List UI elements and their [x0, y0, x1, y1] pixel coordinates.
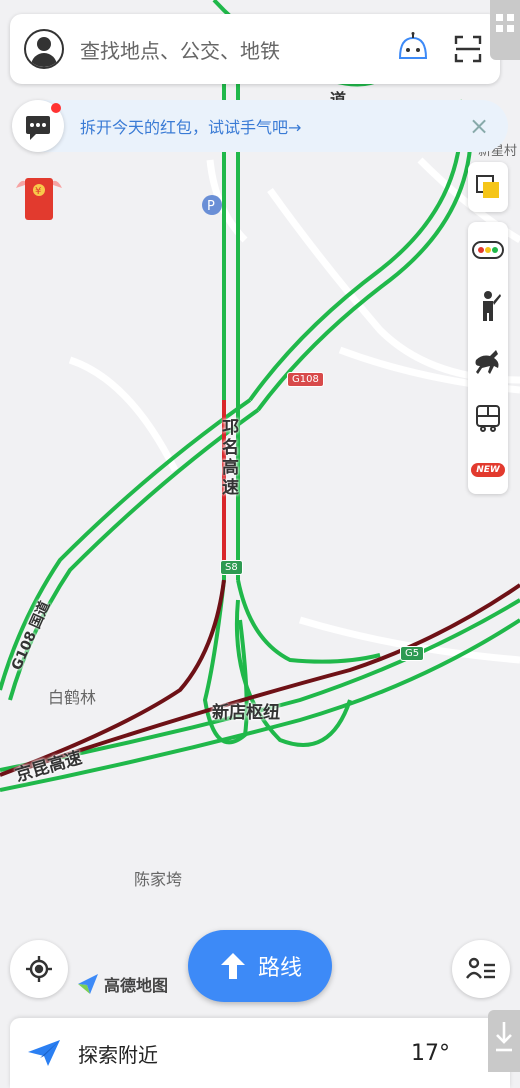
banner-text[interactable]: 拆开今天的红包，试试手气吧→	[80, 114, 464, 138]
locate-button[interactable]	[10, 940, 68, 998]
place-label-baihelin: 白鹤林	[48, 688, 97, 707]
explore-nearby-label: 探索附近	[78, 1042, 158, 1067]
search-input[interactable]: 查找地点、公交、地铁	[80, 35, 396, 64]
traffic-icon[interactable]	[468, 222, 508, 278]
amap-logo: 高德地图	[76, 972, 168, 996]
svg-text:¥: ¥	[35, 186, 41, 197]
locate-icon	[26, 956, 52, 982]
route-button-label: 路线	[257, 956, 302, 981]
shield-g108: G108	[287, 372, 324, 387]
search-bar[interactable]: 查找地点、公交、地铁	[10, 14, 500, 84]
explore-nearby-bar[interactable]: 探索附近 17°	[10, 1018, 510, 1088]
person-list-icon	[466, 957, 495, 979]
user-avatar-icon[interactable]	[24, 29, 64, 69]
road-label-qiongming: 邛名高速	[222, 418, 239, 498]
red-packet-banner[interactable]: 拆开今天的红包，试试手气吧→ ×	[12, 100, 508, 152]
scan-icon[interactable]	[454, 35, 482, 63]
message-icon[interactable]	[12, 100, 64, 152]
layers-icon[interactable]	[468, 162, 508, 212]
grid-icon[interactable]	[490, 0, 520, 60]
amap-logo-icon	[78, 974, 98, 994]
commute-button[interactable]	[452, 940, 510, 998]
svg-text:P: P	[207, 199, 215, 214]
place-label-chenjiawan: 陈家垮	[134, 870, 183, 889]
layers-panel[interactable]	[468, 162, 508, 212]
shield-g5: G5	[400, 646, 425, 661]
red-envelope-icon[interactable]: ¥	[14, 172, 64, 224]
junction-label-xindian: 新店枢纽	[212, 703, 280, 723]
map-tools-panel: NEW	[468, 222, 508, 494]
new-badge[interactable]: NEW	[468, 446, 508, 494]
route-arrow-icon	[220, 953, 245, 979]
close-icon[interactable]: ×	[464, 112, 494, 140]
amap-logo-text: 高德地图	[104, 976, 169, 995]
bus-icon[interactable]	[468, 390, 508, 446]
map-canvas[interactable]: P	[0, 0, 520, 1072]
temperature-label: 17°	[411, 1040, 450, 1066]
assistant-icon[interactable]	[396, 32, 430, 66]
download-icon[interactable]	[488, 1010, 520, 1072]
horse-icon[interactable]	[468, 334, 508, 390]
paper-plane-icon	[28, 1040, 60, 1066]
hail-taxi-icon[interactable]	[468, 278, 508, 334]
route-button[interactable]: 路线	[188, 930, 332, 1002]
shield-s8: S8	[220, 560, 243, 575]
new-badge-label: NEW	[471, 463, 505, 477]
